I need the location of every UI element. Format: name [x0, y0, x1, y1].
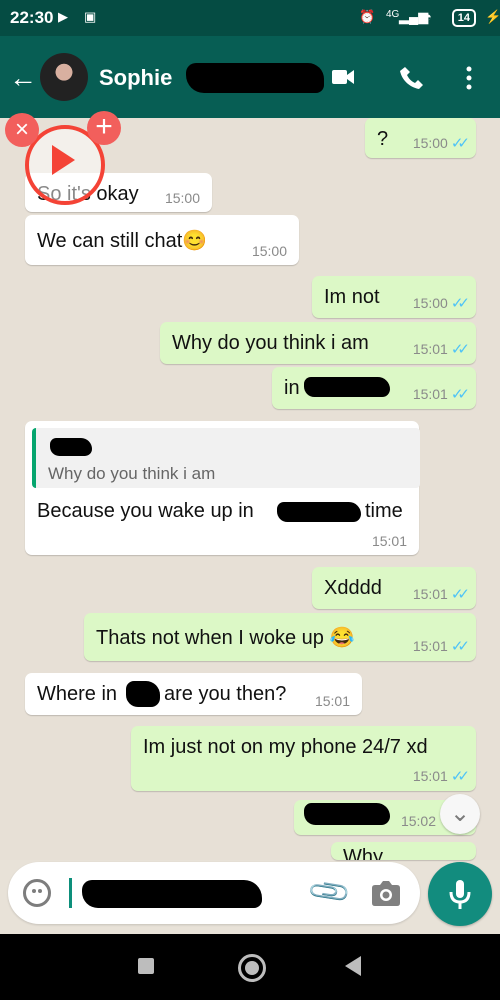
- message-meta: 15:00 ✓✓: [412, 134, 470, 152]
- network-type: 4G: [386, 9, 400, 20]
- message-time: 15:02: [400, 813, 436, 829]
- message-time: 15:00: [251, 243, 287, 259]
- redaction-mark: [186, 63, 324, 93]
- read-receipt-icon: ✓✓: [450, 386, 470, 403]
- message-time: 15:01: [371, 533, 407, 549]
- message-bubble-outgoing[interactable]: Why do you think i am 15:01 ✓✓: [160, 322, 476, 364]
- message-bubble-outgoing[interactable]: ? 15:00 ✓✓: [365, 118, 476, 158]
- message-bubble-incoming[interactable]: We can still chat😊 15:00: [25, 215, 299, 265]
- message-meta: 15:01 ✓✓: [412, 637, 470, 655]
- message-text: Why do you think i am: [172, 332, 369, 354]
- play-icon: [52, 145, 75, 175]
- redaction-mark: [277, 502, 361, 522]
- message-text: We can still chat😊: [37, 230, 208, 252]
- recent-apps-button[interactable]: [138, 958, 154, 974]
- contact-name[interactable]: Sophie: [99, 65, 172, 91]
- message-time: 15:00: [412, 135, 448, 151]
- message-composer[interactable]: 📎: [8, 862, 420, 924]
- message-text: Im not: [324, 286, 380, 308]
- message-bubble-outgoing[interactable]: Thats not when I woke up 😂 15:01 ✓✓: [84, 613, 476, 661]
- message-bubble-outgoing-partial[interactable]: Why: [331, 842, 476, 860]
- phone-icon[interactable]: [400, 65, 424, 89]
- scroll-to-bottom-button[interactable]: ⌄: [440, 794, 480, 834]
- status-bar: 22:30 ▶ ▣ ⏰ 4G ▂▄▆ ◔ 14 ⚡: [0, 0, 500, 36]
- redaction-mark: [126, 681, 160, 707]
- close-icon[interactable]: ×: [5, 113, 39, 147]
- home-button[interactable]: [238, 954, 266, 982]
- voice-message-button[interactable]: [428, 862, 492, 926]
- message-bubble-incoming-reply[interactable]: Why do you think i am Because you wake u…: [25, 421, 420, 555]
- system-back-button[interactable]: [345, 956, 361, 976]
- message-time: 15:00: [412, 295, 448, 311]
- message-time: 15:01: [412, 638, 448, 654]
- message-meta: 15:01 ✓✓: [412, 767, 470, 785]
- app-notification-icon: ▣: [84, 9, 97, 24]
- back-button[interactable]: ←: [9, 64, 37, 92]
- paperclip-icon[interactable]: 📎: [305, 868, 353, 916]
- message-bubble-outgoing[interactable]: Im not 15:00 ✓✓: [312, 276, 476, 318]
- message-time: 15:01: [314, 693, 350, 709]
- message-text: are you then?: [164, 683, 287, 705]
- read-receipt-icon: ✓✓: [450, 341, 470, 358]
- message-time: 15:01: [412, 341, 448, 357]
- message-bubble-outgoing[interactable]: in 15:01 ✓✓: [272, 367, 476, 409]
- read-receipt-icon: ✓✓: [450, 768, 470, 785]
- message-meta: 15:01 ✓✓: [412, 340, 470, 358]
- status-time: 22:30: [10, 8, 54, 27]
- redaction-mark: [304, 377, 390, 397]
- quoted-text: Why do you think i am: [48, 464, 216, 483]
- quoted-message[interactable]: Why do you think i am: [32, 428, 420, 488]
- play-store-icon: ▶: [58, 9, 68, 24]
- message-bubble-outgoing[interactable]: Xdddd 15:01 ✓✓: [312, 567, 476, 609]
- message-text: Why: [343, 846, 383, 860]
- redaction-mark: [82, 880, 262, 908]
- read-receipt-icon: ✓✓: [450, 586, 470, 603]
- video-call-icon[interactable]: [331, 68, 355, 86]
- message-text: ?: [377, 128, 389, 150]
- message-text: Thats not when I woke up 😂: [96, 627, 355, 649]
- contact-avatar[interactable]: [40, 53, 88, 101]
- microphone-icon: [449, 880, 471, 909]
- system-navigation-bar: [0, 934, 500, 1000]
- text-cursor: [69, 878, 72, 908]
- message-time: 15:01: [412, 586, 448, 602]
- redaction-mark: [304, 803, 390, 825]
- charging-icon: ⚡: [485, 9, 500, 24]
- chat-header: ← Sophie: [0, 36, 500, 118]
- message-time: 15:00: [164, 190, 200, 206]
- message-text: Xdddd: [324, 577, 382, 599]
- emoji-icon[interactable]: [23, 879, 51, 907]
- message-meta: 15:01 ✓✓: [412, 585, 470, 603]
- read-receipt-icon: ✓✓: [450, 135, 470, 152]
- message-text: Im just not on my phone 24/7 xd: [143, 736, 428, 758]
- message-meta: 15:00 ✓✓: [412, 294, 470, 312]
- message-text: in: [284, 377, 300, 399]
- message-time: 15:01: [412, 768, 448, 784]
- message-bubble-incoming[interactable]: Where in are you then? 15:01: [25, 673, 362, 715]
- more-vertical-icon[interactable]: [465, 66, 473, 90]
- wifi-icon: ◔: [424, 9, 432, 24]
- message-bubble-outgoing[interactable]: Im just not on my phone 24/7 xd 15:01 ✓✓: [131, 726, 476, 791]
- redaction-mark: [50, 438, 92, 456]
- read-receipt-icon: ✓✓: [450, 295, 470, 312]
- camera-icon[interactable]: [370, 879, 402, 907]
- message-time: 15:01: [412, 386, 448, 402]
- message-text: Where in: [37, 683, 118, 705]
- message-meta: 15:01 ✓✓: [412, 385, 470, 403]
- battery-indicator: 14: [451, 9, 476, 27]
- add-icon[interactable]: +: [87, 111, 121, 145]
- message-text: time: [365, 500, 403, 522]
- alarm-icon: ⏰: [359, 9, 376, 24]
- read-receipt-icon: ✓✓: [450, 638, 470, 655]
- message-text: Because you wake up in: [37, 500, 254, 522]
